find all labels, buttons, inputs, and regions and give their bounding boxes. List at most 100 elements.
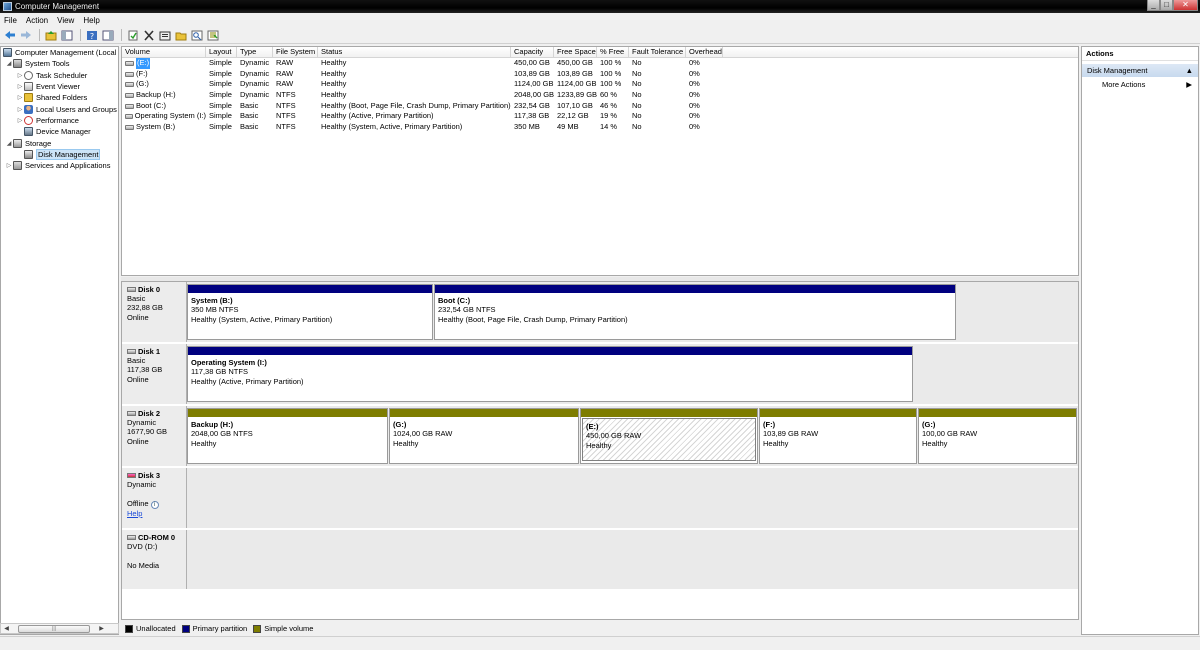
column-header-fault-tolerance[interactable]: Fault Tolerance: [629, 47, 686, 57]
open-folder-icon[interactable]: [174, 29, 188, 42]
column-header-percent-free[interactable]: % Free: [597, 47, 629, 57]
expand-arrow-icon[interactable]: ▷: [16, 117, 24, 124]
back-arrow-icon[interactable]: [3, 29, 17, 42]
expand-arrow-icon[interactable]: ▷: [5, 162, 13, 169]
action-more-actions[interactable]: More Actions ▶: [1082, 77, 1198, 93]
computer-management-icon: [3, 2, 12, 11]
column-header-layout[interactable]: Layout: [206, 47, 237, 57]
tree-item-local-users-groups[interactable]: ▷ Local Users and Groups: [1, 103, 118, 114]
disk-row-disk-2[interactable]: Disk 2 Dynamic 1677,90 GB Online Backup …: [122, 406, 1078, 467]
disk-status: Online: [127, 312, 149, 322]
search-icon[interactable]: [190, 29, 204, 42]
partition-size: 2048,00 GB NTFS: [191, 429, 253, 439]
expand-arrow-icon[interactable]: ▷: [16, 106, 24, 113]
partition-status: Healthy (System, Active, Primary Partiti…: [191, 314, 333, 324]
disk-label[interactable]: Disk 1 Basic 117,38 GB Online: [122, 344, 187, 404]
tree-item-device-manager[interactable]: Device Manager: [1, 126, 118, 137]
tree-item-services-applications[interactable]: ▷ Services and Applications: [1, 160, 118, 171]
properties-icon[interactable]: [158, 29, 172, 42]
up-folder-icon[interactable]: [44, 29, 58, 42]
column-header-volume[interactable]: Volume: [122, 47, 206, 57]
disk-row-disk-3[interactable]: Disk 3 Dynamic Offline i Help: [122, 468, 1078, 529]
cell-volume: (G:): [122, 79, 206, 90]
collapse-arrow-icon[interactable]: ◢: [5, 60, 13, 67]
partition-g-1[interactable]: (G:) 1024,00 GB RAW Healthy: [389, 408, 579, 464]
tree-label: Services and Applications: [25, 161, 111, 171]
table-row[interactable]: Boot (C:) Simple Basic NTFS Healthy (Boot, P…: [122, 101, 1078, 112]
disk-row-disk-0[interactable]: Disk 0 Basic 232,88 GB Online System (B:…: [122, 282, 1078, 343]
cell-percent-free: 100 %: [600, 58, 622, 67]
delete-icon[interactable]: [142, 29, 156, 42]
maximize-button[interactable]: □: [1160, 0, 1173, 11]
partition-system-b[interactable]: System (B:) 350 MB NTFS Healthy (System,…: [187, 284, 433, 340]
collapse-arrow-icon[interactable]: ◢: [5, 140, 13, 147]
partition-operating-system-i[interactable]: Operating System (I:) 117,38 GB NTFS Hea…: [187, 346, 913, 402]
close-button[interactable]: ✕: [1173, 0, 1198, 11]
menu-view[interactable]: View: [57, 16, 74, 25]
help-icon[interactable]: ?: [85, 29, 99, 42]
column-header-type[interactable]: Type: [237, 47, 273, 57]
tree-horizontal-scrollbar[interactable]: ◀ ||| ▶: [0, 623, 119, 634]
tree-item-storage[interactable]: ◢ Storage: [1, 137, 118, 148]
show-action-pane-icon[interactable]: [101, 29, 115, 42]
table-row[interactable]: Operating System (I:) Simple Basic NTFS Heal…: [122, 111, 1078, 122]
tree-item-performance[interactable]: ▷ Performance: [1, 115, 118, 126]
disk-label[interactable]: CD-ROM 0 DVD (D:) No Media: [122, 530, 187, 589]
expand-arrow-icon[interactable]: ▷: [16, 94, 24, 101]
partition-g-2[interactable]: (G:) 100,00 GB RAW Healthy: [918, 408, 1077, 464]
cell-free-space: 107,10 GB: [557, 100, 593, 110]
disk-row-cd-rom-0[interactable]: CD-ROM 0 DVD (D:) No Media: [122, 530, 1078, 590]
legend-label: Primary partition: [192, 624, 248, 633]
disk-label[interactable]: Disk 0 Basic 232,88 GB Online: [122, 282, 187, 342]
partition-e-selected[interactable]: (E:) 450,00 GB RAW Healthy: [580, 408, 758, 464]
cell-layout: Simple: [209, 58, 232, 67]
volume-name: Backup (H:): [136, 90, 176, 100]
refresh-icon[interactable]: [126, 29, 140, 42]
tree-item-disk-management[interactable]: Disk Management: [1, 148, 118, 160]
expand-arrow-icon[interactable]: ▷: [16, 72, 24, 79]
tree-item-task-scheduler[interactable]: ▷ Task Scheduler: [1, 70, 118, 81]
partition-boot-c[interactable]: Boot (C:) 232,54 GB NTFS Healthy (Boot, …: [434, 284, 956, 340]
table-row[interactable]: (F:) Simple Dynamic RAW Healthy 103,89 GB 103,…: [122, 69, 1078, 80]
table-row[interactable]: (E:) Simple Dynamic RAW Healthy 450,00 GB 450,…: [122, 58, 1078, 69]
forward-arrow-icon[interactable]: [19, 29, 33, 42]
partition-backup-h[interactable]: Backup (H:) 2048,00 GB NTFS Healthy: [187, 408, 388, 464]
info-icon[interactable]: i: [150, 500, 159, 509]
tree-item-computer-management[interactable]: Computer Management (Local: [1, 47, 118, 58]
minimize-button[interactable]: _: [1147, 0, 1160, 11]
scroll-left-icon[interactable]: ◀: [1, 624, 12, 633]
column-header-file-system[interactable]: File System: [273, 47, 318, 57]
column-header-status[interactable]: Status: [318, 47, 511, 57]
partition-size: 350 MB NTFS: [191, 305, 239, 315]
collapse-up-icon[interactable]: ▲: [1186, 64, 1193, 77]
scroll-right-icon[interactable]: ▶: [96, 624, 107, 633]
cell-layout: Simple: [209, 111, 232, 121]
tree-item-shared-folders[interactable]: ▷ Shared Folders: [1, 92, 118, 103]
column-header-overhead[interactable]: Overhead: [686, 47, 723, 57]
show-hide-tree-icon[interactable]: [60, 29, 74, 42]
disk-label[interactable]: Disk 3 Dynamic Offline i Help: [122, 468, 187, 528]
tree-item-system-tools[interactable]: ◢ System Tools: [1, 58, 118, 69]
menu-help[interactable]: Help: [83, 16, 99, 25]
drive-icon: [125, 71, 134, 77]
partition-name: Boot (C:): [438, 296, 471, 305]
services-icon: [13, 161, 22, 171]
column-header-free-space[interactable]: Free Space: [554, 47, 597, 57]
export-icon[interactable]: [206, 29, 220, 42]
help-link[interactable]: Help: [127, 509, 142, 518]
actions-section-disk-management[interactable]: Disk Management ▲: [1082, 64, 1198, 77]
partition-name: (G:): [922, 420, 936, 429]
cell-layout: Simple: [209, 122, 232, 132]
table-row[interactable]: (G:) Simple Dynamic RAW Healthy 1124,00 GB 112…: [122, 79, 1078, 90]
menu-file[interactable]: File: [4, 16, 17, 25]
scrollbar-thumb[interactable]: |||: [18, 624, 90, 633]
menu-action[interactable]: Action: [26, 16, 48, 25]
expand-arrow-icon[interactable]: ▷: [16, 83, 24, 90]
tree-item-event-viewer[interactable]: ▷ Event Viewer: [1, 81, 118, 92]
table-row[interactable]: Backup (H:) Simple Dynamic NTFS Healthy 2048,…: [122, 90, 1078, 101]
disk-row-disk-1[interactable]: Disk 1 Basic 117,38 GB Online Operating …: [122, 344, 1078, 405]
column-header-capacity[interactable]: Capacity: [511, 47, 554, 57]
disk-label[interactable]: Disk 2 Dynamic 1677,90 GB Online: [122, 406, 187, 466]
table-row[interactable]: System (B:) Simple Basic NTFS Healthy (Syste…: [122, 122, 1078, 133]
partition-f[interactable]: (F:) 103,89 GB RAW Healthy: [759, 408, 917, 464]
